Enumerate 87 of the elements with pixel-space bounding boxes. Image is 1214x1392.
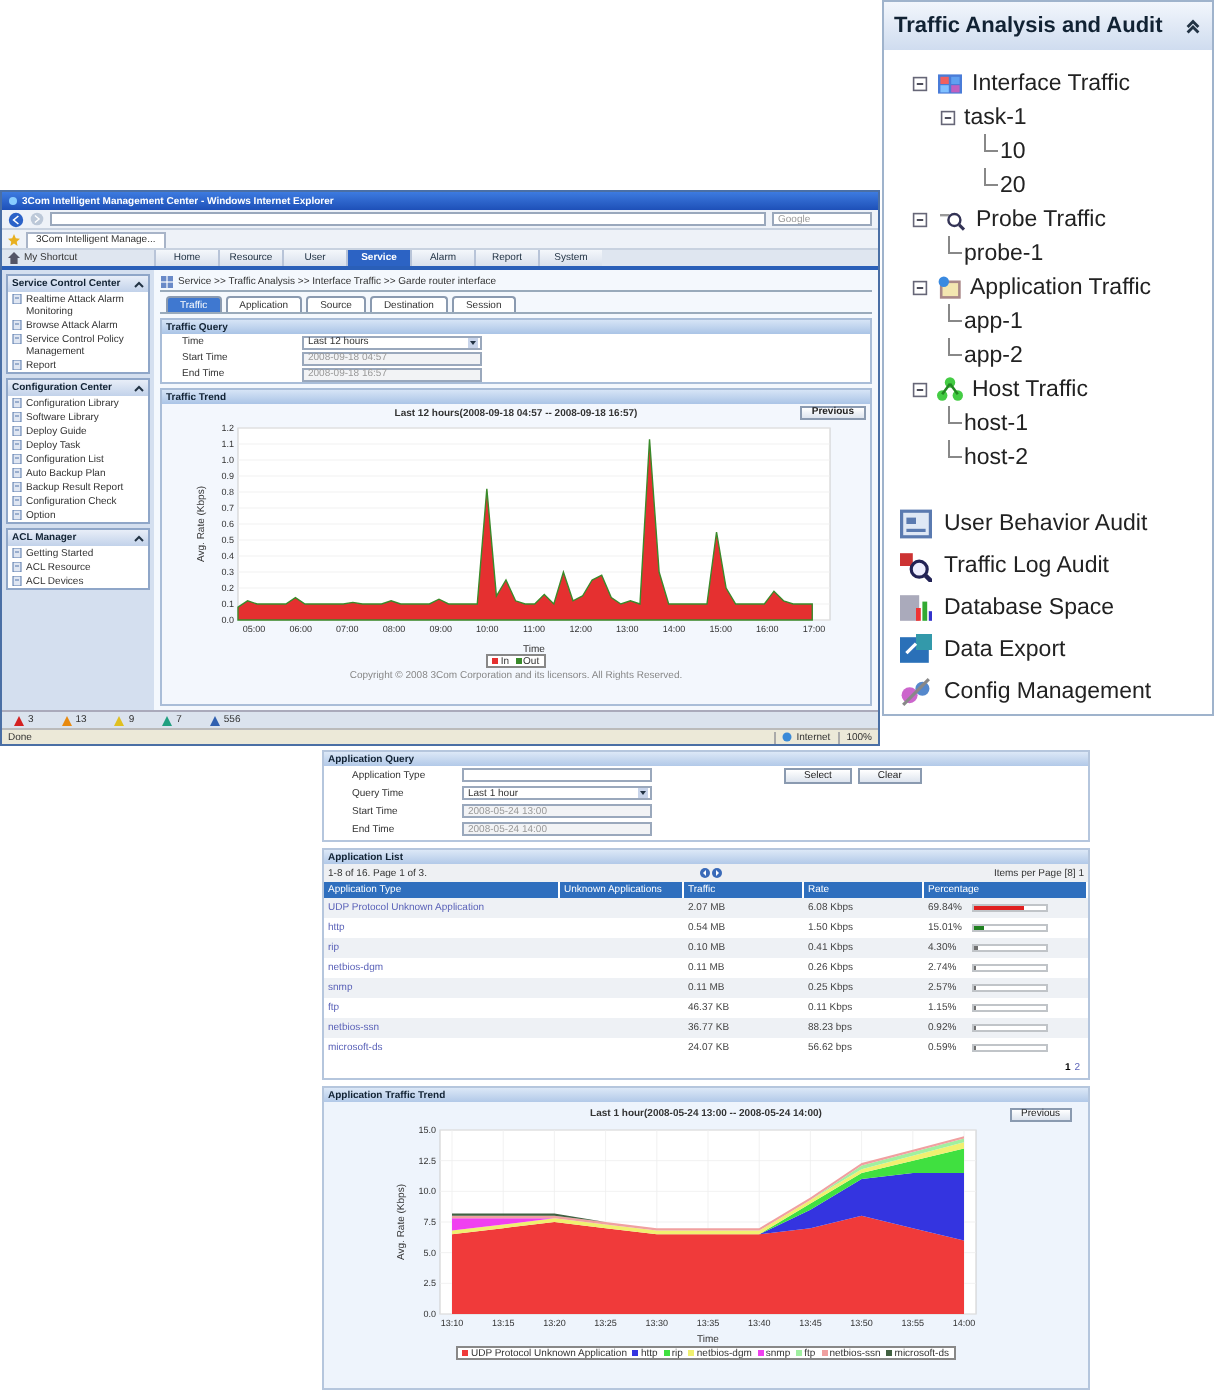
menu-item[interactable]: Data Export <box>944 638 1066 662</box>
percentage-bar <box>972 1024 1048 1032</box>
legend-square-icon <box>886 1350 893 1356</box>
document-icon <box>12 294 22 304</box>
collapse-icon <box>912 381 928 397</box>
menu-item[interactable]: Database Space <box>944 596 1115 620</box>
legend-square-icon <box>663 1350 670 1356</box>
tree-item[interactable]: Interface Traffic <box>972 71 1131 95</box>
document-icon <box>12 398 22 408</box>
user-window-icon <box>900 508 932 540</box>
warning-triangle-icon <box>209 715 220 725</box>
tree-item[interactable]: task-1 <box>964 105 1027 129</box>
address-field[interactable] <box>50 212 766 226</box>
tree-item[interactable]: probe-1 <box>964 241 1044 265</box>
panel-title: Traffic Analysis and Audit <box>894 14 1163 38</box>
legend-square-icon <box>515 658 522 664</box>
legend-square-icon <box>462 1350 469 1356</box>
menu-item[interactable]: User Behavior Audit <box>944 512 1148 536</box>
document-icon <box>12 510 22 520</box>
document-icon <box>12 576 22 586</box>
percentage-bar <box>972 924 1048 932</box>
application-icon <box>936 274 962 300</box>
document-icon <box>12 440 22 450</box>
warning-triangle-icon <box>162 715 173 725</box>
document-icon <box>12 320 22 330</box>
collapse-chevron-icon <box>134 533 144 543</box>
legend-square-icon <box>688 1350 695 1356</box>
tree-item[interactable]: Host Traffic <box>972 377 1088 401</box>
warning-triangle-icon <box>61 715 72 725</box>
input-field[interactable] <box>462 768 652 782</box>
tree-item[interactable]: 10 <box>1000 139 1026 163</box>
document-icon <box>12 562 22 572</box>
tools-icon <box>900 676 932 708</box>
dropdown-arrow-icon <box>638 788 648 798</box>
menu-item[interactable]: Traffic Log Audit <box>944 554 1109 578</box>
legend-square-icon <box>632 1350 639 1356</box>
tree-item[interactable]: Application Traffic <box>970 275 1152 299</box>
collapse-icon <box>912 279 928 295</box>
collapse-icon <box>940 109 956 125</box>
legend-square-icon <box>796 1350 803 1356</box>
database-chart-icon <box>900 592 932 624</box>
network-hosts-icon <box>936 376 964 402</box>
collapse-icon <box>912 75 928 91</box>
percentage-bar <box>972 1004 1048 1012</box>
document-icon <box>12 426 22 436</box>
tree-item[interactable]: host-1 <box>964 411 1028 435</box>
back-icon <box>8 211 24 227</box>
percentage-bar <box>972 1044 1048 1052</box>
export-icon <box>900 634 932 666</box>
browser-logo-icon <box>8 196 18 206</box>
magnifier-icon <box>900 550 932 582</box>
document-icon <box>12 412 22 422</box>
star-icon <box>8 233 20 245</box>
percentage-bar <box>972 904 1048 912</box>
magnifier-icon <box>936 207 968 231</box>
document-icon <box>12 454 22 464</box>
legend-square-icon <box>492 658 499 664</box>
document-icon <box>12 496 22 506</box>
document-icon <box>12 360 22 370</box>
percentage-bar <box>972 964 1048 972</box>
interface-grid-icon <box>936 71 964 95</box>
double-chevron-up-icon <box>1184 17 1202 35</box>
warning-triangle-icon <box>114 715 125 725</box>
tree-item[interactable]: 20 <box>1000 173 1026 197</box>
next-page-icon <box>711 868 722 878</box>
tree-item[interactable]: Probe Traffic <box>976 207 1106 231</box>
percentage-bar <box>972 944 1048 952</box>
grid-icon <box>160 276 174 288</box>
collapse-chevron-icon <box>134 383 144 393</box>
tree-item[interactable]: app-1 <box>964 309 1023 333</box>
warning-triangle-icon <box>14 715 24 725</box>
globe-icon <box>782 732 793 742</box>
legend-square-icon <box>821 1350 828 1356</box>
document-icon <box>12 548 22 558</box>
tree-item[interactable]: host-2 <box>964 445 1028 469</box>
home-icon <box>8 252 20 264</box>
document-icon <box>12 482 22 492</box>
previous-page-icon <box>699 868 710 878</box>
collapse-icon <box>912 211 928 227</box>
document-icon <box>12 468 22 478</box>
legend-square-icon <box>757 1350 764 1356</box>
tree-item[interactable]: app-2 <box>964 343 1023 367</box>
dropdown-arrow-icon <box>468 337 478 347</box>
percentage-bar <box>972 984 1048 992</box>
collapse-chevron-icon <box>134 279 144 289</box>
menu-item[interactable]: Config Management <box>944 680 1152 704</box>
document-icon <box>12 334 22 344</box>
